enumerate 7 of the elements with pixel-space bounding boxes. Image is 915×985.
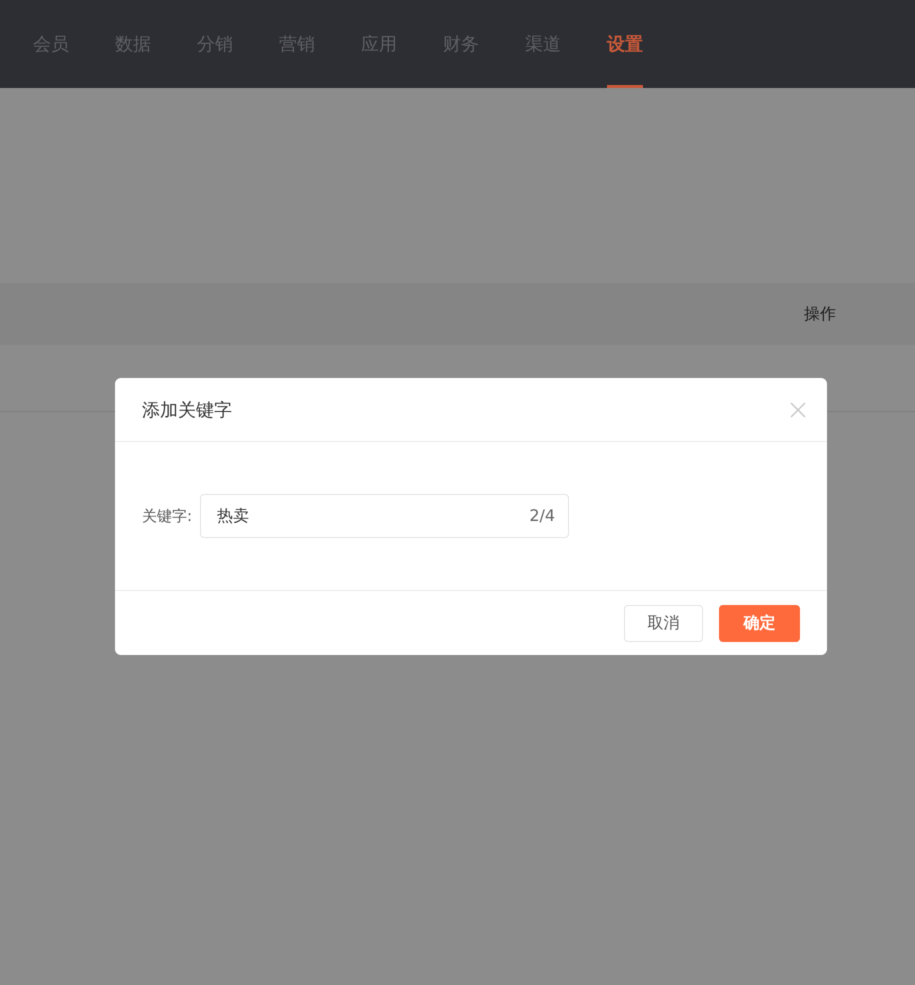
close-icon[interactable] xyxy=(790,402,806,418)
cancel-button[interactable]: 取消 xyxy=(624,604,703,642)
field-label: 关键字: xyxy=(142,506,192,526)
confirm-button[interactable]: 确定 xyxy=(719,604,800,642)
dialog-title: 添加关键字 xyxy=(142,398,232,422)
column-header: 操作 xyxy=(804,304,836,324)
character-counter: 2/4 xyxy=(529,506,556,525)
